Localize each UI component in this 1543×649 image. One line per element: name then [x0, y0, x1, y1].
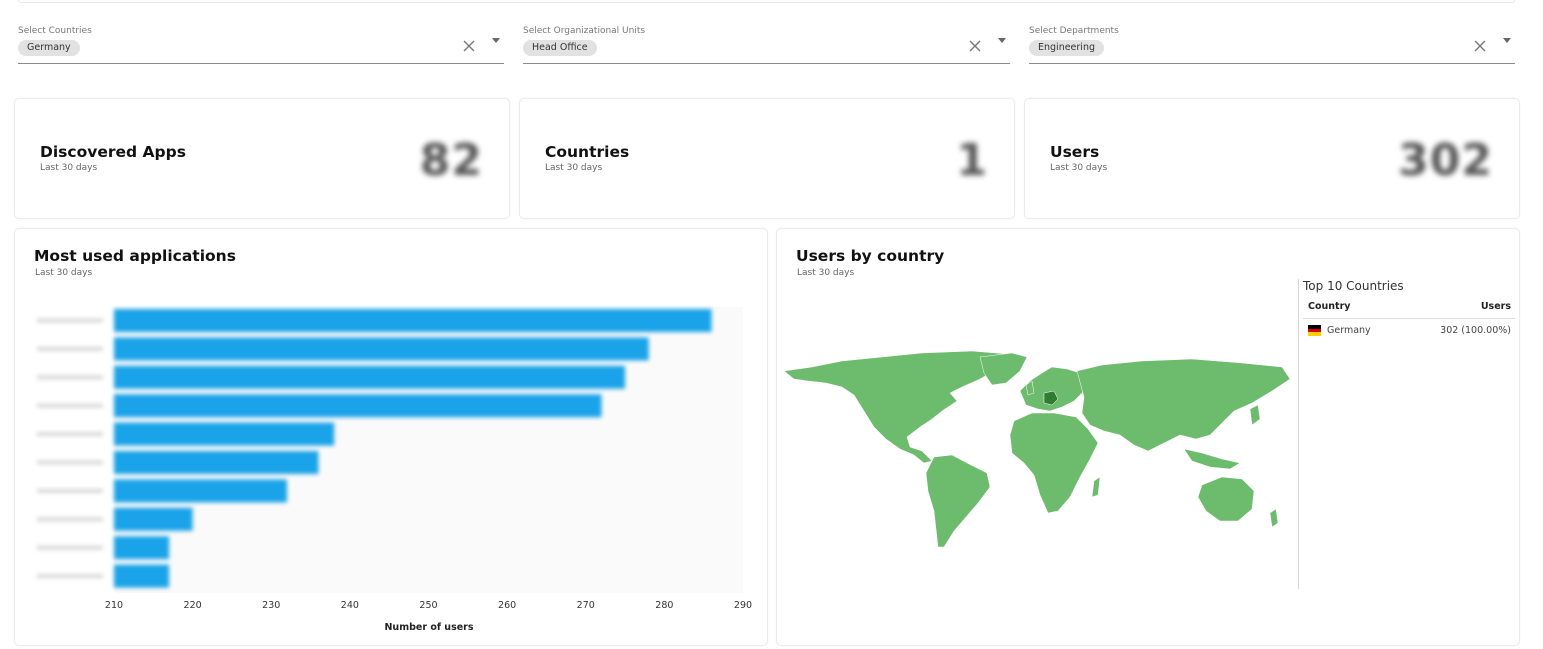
bar[interactable]	[114, 479, 287, 503]
japan	[1249, 404, 1261, 426]
x-tick-label: 240	[341, 600, 359, 611]
category-label	[37, 517, 103, 522]
chevron-down-icon[interactable]	[998, 38, 1006, 43]
close-icon[interactable]	[462, 39, 476, 53]
bar[interactable]	[114, 309, 712, 332]
bar-chart: 210 220 230 240 250 260 270 280 290 Number of use…	[37, 307, 752, 633]
africa	[1009, 412, 1099, 514]
x-tick-label: 280	[655, 600, 673, 611]
table-header: Country Users	[1303, 301, 1515, 319]
panel-title: Users by country	[796, 247, 945, 265]
x-tick-label: 250	[419, 600, 437, 611]
users-card: Users Last 30 days 302	[1024, 98, 1520, 219]
bar[interactable]	[114, 422, 335, 446]
department-chip[interactable]: Engineering	[1029, 40, 1104, 56]
top-countries-table: Top 10 Countries Country Users Germany 3…	[1298, 279, 1515, 589]
x-tick-label: 270	[577, 600, 595, 611]
card-title: Countries	[545, 143, 630, 161]
card-subtitle: Last 30 days	[40, 163, 98, 173]
country-filter[interactable]: Select Countries Germany	[18, 24, 504, 64]
category-label	[37, 346, 103, 351]
row-country: Germany	[1327, 325, 1371, 336]
bar[interactable]	[114, 394, 602, 418]
australia	[1197, 476, 1255, 522]
category-label	[37, 403, 103, 408]
countries-card: Countries Last 30 days 1	[519, 98, 1015, 219]
category-label	[37, 375, 103, 380]
table-row[interactable]: Germany 302 (100.00%)	[1303, 323, 1515, 339]
card-subtitle: Last 30 days	[545, 163, 603, 173]
bar[interactable]	[114, 507, 193, 531]
card-subtitle: Last 30 days	[1050, 163, 1108, 173]
x-tick-label: 210	[105, 600, 123, 611]
panel-subtitle: Last 30 days	[797, 268, 855, 278]
col-users-header: Users	[1480, 301, 1511, 312]
card-value: 1	[956, 135, 988, 186]
col-country-header: Country	[1308, 301, 1351, 312]
department-filter[interactable]: Select Departments Engineering	[1029, 24, 1515, 64]
country-filter-label: Select Countries	[18, 26, 92, 36]
department-filter-label: Select Departments	[1029, 26, 1119, 36]
bar[interactable]	[114, 451, 319, 474]
category-label	[37, 488, 103, 493]
category-label	[37, 432, 103, 437]
bar[interactable]	[114, 536, 170, 560]
card-value: 82	[419, 135, 483, 186]
close-icon[interactable]	[1473, 39, 1487, 53]
org-unit-chip[interactable]: Head Office	[523, 40, 597, 56]
category-label	[37, 460, 103, 465]
table-title: Top 10 Countries	[1303, 279, 1404, 293]
row-users: 302 (100.00%)	[1440, 325, 1511, 336]
madagascar	[1091, 476, 1101, 498]
chevron-down-icon[interactable]	[492, 38, 500, 43]
map-land	[783, 351, 1291, 548]
most-used-apps-panel: Most used applications Last 30 days 210 2…	[14, 228, 768, 646]
x-tick-label: 290	[734, 600, 752, 611]
close-icon[interactable]	[968, 39, 982, 53]
chevron-down-icon[interactable]	[1503, 38, 1511, 43]
x-tick-label: 230	[262, 600, 280, 611]
bar[interactable]	[114, 564, 170, 588]
north-america	[783, 351, 1015, 464]
card-title: Users	[1050, 143, 1100, 161]
category-label	[37, 545, 103, 550]
org-unit-filter-label: Select Organizational Units	[523, 26, 646, 36]
card-value: 302	[1398, 135, 1493, 186]
x-tick-label: 260	[498, 600, 516, 611]
greenland	[979, 352, 1028, 386]
discovered-apps-card: Discovered Apps Last 30 days 82	[14, 98, 510, 219]
top-bar-edge	[18, 0, 1515, 3]
world-map[interactable]	[782, 351, 1294, 551]
bar[interactable]	[114, 337, 649, 361]
south-america	[925, 454, 991, 548]
org-unit-filter[interactable]: Select Organizational Units Head Office	[523, 24, 1010, 64]
southeast-asia	[1183, 448, 1241, 470]
new-zealand	[1269, 508, 1279, 528]
category-label	[37, 318, 103, 323]
bar[interactable]	[114, 365, 626, 389]
x-axis-label: Number of users	[384, 622, 473, 633]
country-chip[interactable]: Germany	[18, 40, 80, 56]
card-title: Discovered Apps	[40, 143, 186, 161]
category-label	[37, 574, 103, 579]
germany-flag-icon	[1308, 325, 1321, 336]
users-by-country-panel: Users by country Last 30 days Top 10 Cou…	[776, 228, 1520, 646]
x-tick-label: 220	[184, 600, 202, 611]
